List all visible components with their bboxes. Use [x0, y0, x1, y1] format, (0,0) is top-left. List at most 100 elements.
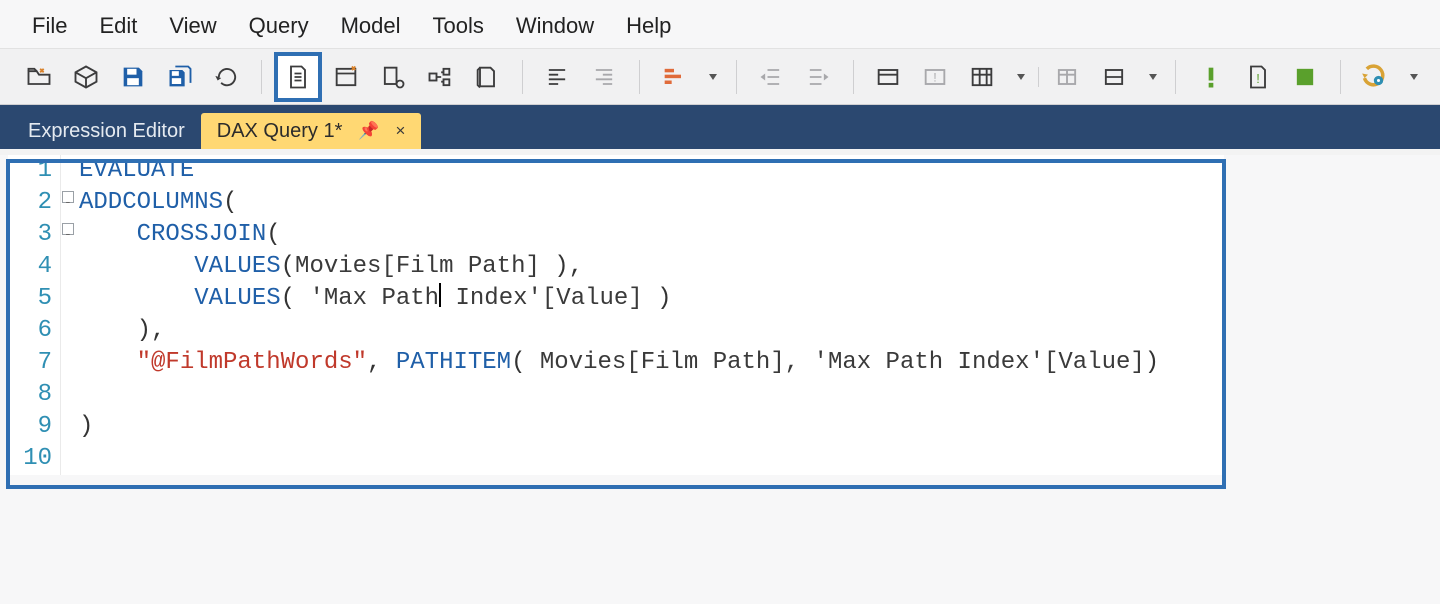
- run-query-button[interactable]: [1352, 53, 1397, 101]
- connect-button[interactable]: [371, 53, 416, 101]
- code-token: "@FilmPathWords": [137, 349, 367, 376]
- page-warn-icon: !: [1244, 63, 1272, 91]
- tab-dax-query-1[interactable]: DAX Query 1* 📌 ×: [201, 113, 422, 149]
- save-icon: [119, 63, 147, 91]
- refresh-button[interactable]: [204, 53, 249, 101]
- line-number-gutter: 12345678910: [8, 155, 61, 475]
- code-line: ),: [79, 315, 1224, 347]
- line-number: 4: [8, 251, 52, 283]
- script-button[interactable]: [465, 53, 510, 101]
- chevron-down-icon: [709, 74, 717, 80]
- chevron-down-icon: [1149, 74, 1157, 80]
- code-token: ): [657, 285, 671, 312]
- align-right-button[interactable]: [582, 53, 627, 101]
- cube-button[interactable]: [63, 53, 108, 101]
- toolbar-separator: [261, 60, 262, 94]
- warnings-button[interactable]: [1188, 53, 1233, 101]
- menu-file[interactable]: File: [20, 7, 79, 45]
- code-token: (: [281, 253, 295, 280]
- format-dax-icon: [660, 63, 688, 91]
- line-number: 7: [8, 347, 52, 379]
- svg-text:!: !: [1256, 70, 1260, 85]
- editor-area: 12345678910 EVALUATEADDCOLUMNS( CROSSJOI…: [0, 155, 1440, 604]
- stop-button[interactable]: [1282, 53, 1327, 101]
- results-warn-button[interactable]: !: [913, 53, 958, 101]
- new-query-icon: [284, 63, 312, 91]
- code-token: ),: [137, 317, 166, 344]
- toolbar-mini-separator: [1038, 67, 1039, 87]
- indent-left-icon: [757, 63, 785, 91]
- code-line: VALUES( 'Max Path Index'[Value] ): [79, 283, 1224, 315]
- new-query-button[interactable]: [274, 52, 321, 102]
- results-warn-icon: !: [921, 63, 949, 91]
- format-dax-button[interactable]: [652, 53, 697, 101]
- save-all-icon: [166, 63, 194, 91]
- code-token: ): [79, 413, 93, 440]
- code-editor[interactable]: 12345678910 EVALUATEADDCOLUMNS( CROSSJOI…: [8, 155, 1224, 475]
- code-token: 'Max Path: [309, 285, 439, 312]
- toolbar-separator: [1340, 60, 1341, 94]
- menu-window[interactable]: Window: [504, 7, 606, 45]
- results-dropdown[interactable]: [1007, 53, 1032, 101]
- save-all-button[interactable]: [157, 53, 202, 101]
- results-small-icon: [1053, 63, 1081, 91]
- align-right-icon: [590, 63, 618, 91]
- menu-model[interactable]: Model: [329, 7, 413, 45]
- code-content[interactable]: EVALUATEADDCOLUMNS( CROSSJOIN( VALUES(Mo…: [75, 155, 1224, 475]
- menu-query[interactable]: Query: [237, 7, 321, 45]
- fold-toggle[interactable]: [62, 191, 74, 203]
- fold-column: [61, 155, 75, 475]
- align-left-button[interactable]: [535, 53, 580, 101]
- results-small-button[interactable]: [1045, 53, 1090, 101]
- cube-icon: [72, 63, 100, 91]
- toolbar-separator: [853, 60, 854, 94]
- run-query-dropdown[interactable]: [1400, 53, 1425, 101]
- code-token: Movies[Film Path]: [295, 253, 554, 280]
- results-grid-button[interactable]: [866, 53, 911, 101]
- menu-help[interactable]: Help: [614, 7, 683, 45]
- deploy-button[interactable]: [418, 53, 463, 101]
- code-line: [79, 379, 1224, 411]
- code-line: "@FilmPathWords", PATHITEM( Movies[Film …: [79, 347, 1224, 379]
- run-gear-icon: [1361, 63, 1389, 91]
- code-token: PATHITEM: [396, 349, 511, 376]
- menu-tools[interactable]: Tools: [421, 7, 496, 45]
- results-table-icon: [968, 63, 996, 91]
- deploy-icon: [426, 63, 454, 91]
- page-warn-button[interactable]: !: [1235, 53, 1280, 101]
- code-line: [79, 443, 1224, 475]
- new-query-window-button[interactable]: [324, 53, 369, 101]
- open-folder-icon: [25, 63, 53, 91]
- toolbar-separator: [522, 60, 523, 94]
- connect-icon: [379, 63, 407, 91]
- indent-left-button[interactable]: [749, 53, 794, 101]
- code-token: ADDCOLUMNS: [79, 189, 223, 216]
- code-token: ),: [554, 253, 583, 280]
- code-token: ): [1145, 349, 1159, 376]
- results-small2-dropdown[interactable]: [1139, 53, 1164, 101]
- code-line: VALUES(Movies[Film Path] ),: [79, 251, 1224, 283]
- tabstrip: Expression Editor DAX Query 1* 📌 ×: [0, 105, 1440, 149]
- code-token: VALUES: [194, 253, 280, 280]
- close-icon[interactable]: ×: [396, 121, 406, 141]
- code-line: ): [79, 411, 1224, 443]
- code-token: (: [281, 285, 310, 312]
- indent-right-button[interactable]: [796, 53, 841, 101]
- tab-expression-editor[interactable]: Expression Editor: [12, 113, 201, 149]
- toolbar-separator: [736, 60, 737, 94]
- fold-toggle[interactable]: [62, 223, 74, 235]
- open-folder-button[interactable]: [16, 53, 61, 101]
- toolbar-separator: [1175, 60, 1176, 94]
- results-small2-button[interactable]: [1092, 53, 1137, 101]
- menu-edit[interactable]: Edit: [87, 7, 149, 45]
- format-dax-dropdown[interactable]: [699, 53, 724, 101]
- pin-icon[interactable]: 📌: [358, 121, 379, 141]
- tab-label: DAX Query 1*: [217, 120, 343, 143]
- code-line: ADDCOLUMNS(: [79, 187, 1224, 219]
- save-button[interactable]: [110, 53, 155, 101]
- line-number: 1: [8, 155, 52, 187]
- line-number: 6: [8, 315, 52, 347]
- code-token: Index'[Value]: [441, 285, 657, 312]
- results-table-button[interactable]: [960, 53, 1005, 101]
- menu-view[interactable]: View: [157, 7, 228, 45]
